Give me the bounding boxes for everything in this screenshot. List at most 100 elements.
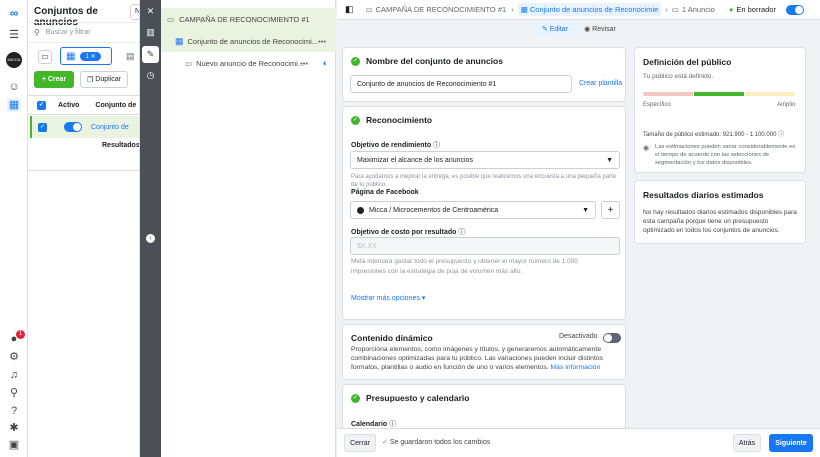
duplicate-label: Duplicar (95, 76, 121, 83)
duplicate-icon: ❐ (87, 76, 96, 84)
history-icon[interactable]: ◷ (142, 67, 159, 84)
back-button[interactable]: Atrás (733, 434, 761, 452)
notification-badge: 1 (16, 330, 25, 339)
audience-meter-broad (745, 92, 795, 96)
breadcrumb-adset[interactable]: ▦ Conjunto de anuncios de Reconocimie (517, 3, 662, 16)
check-icon: ✓ (382, 439, 388, 446)
show-more-options-link[interactable]: Mostrar más opciones ▾ (351, 294, 425, 302)
goal-label: Objetivo de rendimiento ⓘ (351, 140, 440, 150)
review-tab[interactable]: ◉ Revisar (579, 21, 621, 37)
collapse-chevron-icon[interactable]: ‹ (146, 234, 155, 243)
smiley-icon[interactable]: ☺ (7, 80, 21, 94)
info-icon: ⓘ (433, 142, 441, 149)
goal-help-text: Para ayudarnos a mejorar la entrega, es … (351, 174, 617, 188)
select-all-checkbox[interactable]: ✓ (37, 100, 46, 110)
help-icon[interactable]: ? (7, 404, 21, 418)
more-options-icon[interactable]: ••• (318, 37, 326, 46)
row-active-toggle[interactable] (64, 122, 82, 132)
cost-label-text: Objetivo de costo por resultado (351, 229, 457, 236)
next-button[interactable]: Siguiente (769, 434, 813, 452)
bug-icon[interactable]: ✱ (7, 421, 21, 435)
edit-tab[interactable]: ✎ Editar (533, 21, 577, 37)
check-icon: ✓ (351, 115, 360, 125)
more-info-link[interactable]: Más información (551, 364, 601, 371)
tree-campaign[interactable]: ▭ CAMPAÑA DE RECONOCIMIENTO #1 (161, 8, 336, 30)
edit-pencil-icon[interactable]: ✎ (142, 46, 159, 63)
sidebar-toggle-icon[interactable]: ▣ (7, 438, 21, 452)
more-options-icon[interactable]: ••• (300, 59, 308, 68)
goal-select[interactable]: Maximizar el alcance de los anuncios ▼ (350, 151, 620, 169)
status-toggle[interactable] (785, 4, 804, 15)
dynamic-content-toggle[interactable] (603, 333, 621, 343)
chevron-down-icon: ▼ (606, 156, 613, 164)
search-icon[interactable]: ⚲ (7, 386, 21, 400)
card-title: Reconocimiento (366, 115, 433, 125)
check-icon: ✓ (351, 56, 360, 66)
chart-icon[interactable]: ▥ (142, 24, 159, 41)
duplicate-button[interactable]: ❐ Duplicar (80, 71, 128, 88)
cost-input[interactable]: $X.XX (350, 237, 620, 255)
bell-icon[interactable]: ♫ (7, 368, 21, 382)
chevron-right-icon: › (511, 5, 514, 14)
add-page-button[interactable]: + (601, 201, 620, 219)
table-icon[interactable]: ▦ (7, 98, 21, 112)
info-icon: ⓘ (778, 132, 785, 138)
tree-adset[interactable]: ▦ Conjunto de anuncios de Reconocimi... … (161, 30, 336, 52)
specific-label: Específico (643, 102, 671, 108)
structure-tree: ▭ CAMPAÑA DE RECONOCIMIENTO #1 ▦ Conjunt… (161, 0, 336, 457)
audience-size: Tamaño de público estimado: 921.900 - 1.… (643, 129, 784, 138)
new-button[interactable]: N (130, 4, 139, 20)
folder-icon[interactable]: ▭ (38, 50, 52, 64)
recognition-card: ✓ Reconocimiento Objetivo de rendimiento… (342, 106, 626, 320)
half-circle-icon[interactable]: ◐ (323, 58, 328, 68)
create-label: Crear (47, 76, 67, 83)
editor-footer: Cerrar ✓ Se guardaron todos los cambios … (337, 428, 820, 457)
page-avatar (357, 206, 364, 214)
page-select[interactable]: Micca / Microcementos de Centroamérica ▼ (350, 201, 596, 219)
adset-name-card: ✓ Nombre del conjunto de anuncios Conjun… (342, 47, 626, 102)
dynamic-description: Proporciona elementos, como imágenes y t… (351, 345, 613, 372)
calendar-icon[interactable]: ▤ (126, 51, 135, 62)
chevron-right-icon: › (665, 5, 668, 14)
warning-icon: ◉ (643, 145, 650, 152)
broad-label: Amplio (777, 102, 796, 108)
settings-icon[interactable]: ⚙ (7, 350, 21, 364)
adset-name-input[interactable]: Conjunto de anuncios de Reconocimiento #… (350, 75, 572, 93)
grid-icon: ▦ (66, 50, 76, 62)
close-button[interactable]: Cerrar (344, 434, 376, 452)
adsets-pane: Conjuntos de anuncios N ⚲ Buscar y filtr… (28, 0, 140, 457)
eye-icon: ◉ (584, 26, 593, 33)
create-button[interactable]: + Crear (34, 71, 74, 88)
audience-note: Las estimaciones pueden variar considera… (655, 144, 796, 166)
show-more-options-label: Mostrar más opciones (351, 295, 420, 302)
breadcrumb-ad[interactable]: 1 Anuncio (682, 5, 715, 14)
close-icon[interactable]: ✕ (142, 3, 159, 20)
save-status: ✓ Se guardaron todos los cambios (382, 438, 490, 446)
col-name: Conjunto de (95, 101, 137, 109)
adsets-filter-chip[interactable]: ▦ 1 ✕ (60, 47, 112, 65)
folder-icon: ▭ (167, 14, 175, 24)
search-input[interactable]: Buscar y filtrar (46, 29, 91, 36)
table-row[interactable]: ✓ Conjunto de (30, 116, 139, 138)
row-name-link[interactable]: Conjunto de (91, 124, 129, 131)
audience-size-text: Tamaño de público estimado: 921.900 - 1.… (643, 132, 777, 138)
card-title: Presupuesto y calendario (366, 393, 470, 403)
meta-logo-icon[interactable]: ∞ (7, 6, 21, 20)
filter-count: 1 (85, 53, 89, 60)
tree-ad[interactable]: ▭ Nuevo anuncio de Reconocimi... ••• ◐ (161, 52, 336, 74)
info-icon: ⓘ (458, 229, 466, 236)
breadcrumb-campaign[interactable]: CAMPAÑA DE RECONOCIMIENTO #1 (376, 5, 507, 14)
goal-select-value: Maximizar el alcance de los anuncios (357, 156, 473, 164)
ad-icon: ▭ (671, 5, 679, 14)
review-label: Revisar (592, 25, 616, 33)
cost-label: Objetivo de costo por resultado ⓘ (351, 227, 465, 237)
create-template-link[interactable]: Crear plantilla (579, 80, 622, 87)
chevron-down-icon: ▼ (582, 206, 589, 214)
search-bar[interactable]: ⚲ Buscar y filtrar (28, 22, 139, 43)
editor-topbar: ◧ ▭ CAMPAÑA DE RECONOCIMIENTO #1 › ▦ Con… (337, 0, 820, 20)
sidebar-icon[interactable]: ◧ (345, 4, 354, 15)
search-icon: ⚲ (34, 28, 40, 37)
row-checkbox[interactable]: ✓ (38, 122, 47, 132)
account-avatar[interactable]: MICCA (6, 52, 22, 68)
menu-icon[interactable]: ☰ (7, 28, 21, 42)
